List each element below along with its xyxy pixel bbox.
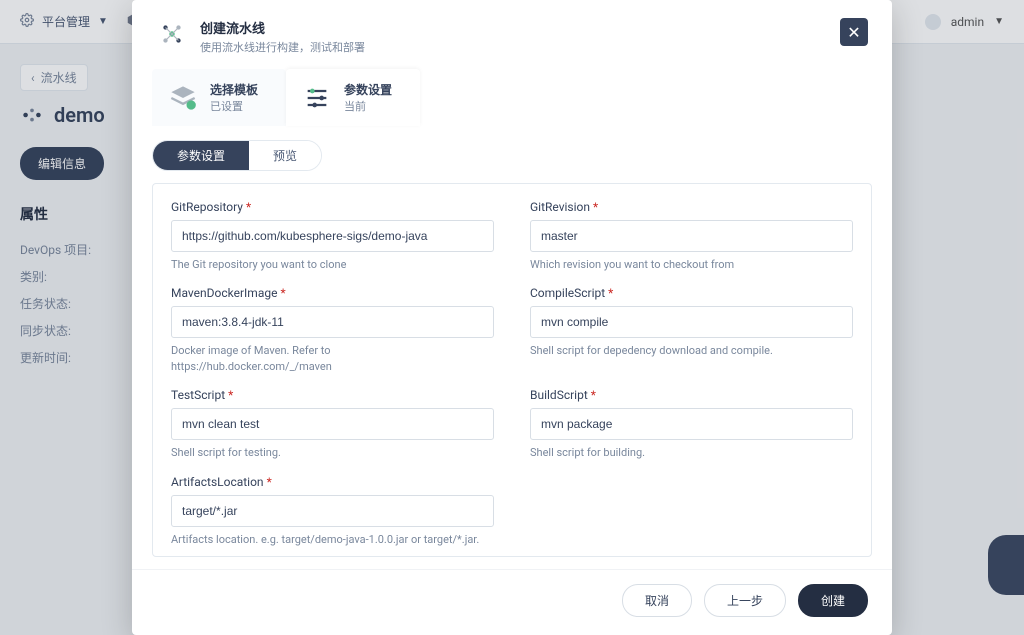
label-compile: CompileScript* (530, 286, 853, 300)
modal-subtitle: 使用流水线进行构建，测试和部署 (200, 39, 365, 55)
create-pipeline-modal: 创建流水线 使用流水线进行构建，测试和部署 ✕ 选择模板 已设置 (132, 0, 892, 635)
step-select-template[interactable]: 选择模板 已设置 (152, 69, 286, 126)
input-artifacts[interactable] (171, 495, 494, 527)
step-params[interactable]: 参数设置 当前 (286, 69, 420, 126)
cancel-button[interactable]: 取消 (622, 584, 692, 617)
close-icon: ✕ (847, 23, 860, 42)
help-compile: Shell script for depedency download and … (530, 343, 853, 358)
label-maven-img: MavenDockerImage* (171, 286, 494, 300)
create-button[interactable]: 创建 (798, 584, 868, 617)
prev-button[interactable]: 上一步 (704, 584, 786, 617)
help-test: Shell script for testing. (171, 445, 494, 460)
label-build: BuildScript* (530, 388, 853, 402)
sliders-icon (302, 83, 332, 113)
help-build: Shell script for building. (530, 445, 853, 460)
close-button[interactable]: ✕ (840, 18, 868, 46)
modal-icon (156, 18, 188, 50)
label-test: TestScript* (171, 388, 494, 402)
help-git-repo: The Git repository you want to clone (171, 257, 494, 272)
label-git-rev: GitRevision* (530, 200, 853, 214)
tab-params[interactable]: 参数设置 (153, 141, 249, 170)
input-git-repo[interactable] (171, 220, 494, 252)
template-icon (168, 83, 198, 113)
modal-overlay: 创建流水线 使用流水线进行构建，测试和部署 ✕ 选择模板 已设置 (0, 0, 1024, 635)
label-artifacts: ArtifactsLocation* (171, 475, 494, 489)
input-test[interactable] (171, 408, 494, 440)
label-git-repo: GitRepository* (171, 200, 494, 214)
input-maven-img[interactable] (171, 306, 494, 338)
modal-title: 创建流水线 (200, 18, 365, 37)
input-build[interactable] (530, 408, 853, 440)
params-form: GitRepository* The Git repository you wa… (152, 183, 872, 557)
tab-switcher: 参数设置 预览 (152, 140, 322, 171)
input-compile[interactable] (530, 306, 853, 338)
help-git-rev: Which revision you want to checkout from (530, 257, 853, 272)
side-fab[interactable] (988, 535, 1024, 595)
input-git-rev[interactable] (530, 220, 853, 252)
help-maven-img: Docker image of Maven. Refer to https://… (171, 343, 494, 374)
help-artifacts: Artifacts location. e.g. target/demo-jav… (171, 532, 494, 547)
tab-preview[interactable]: 预览 (249, 141, 321, 170)
